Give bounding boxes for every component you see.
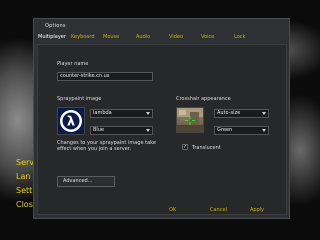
crosshair-color-select[interactable]: Green [214,126,269,135]
crosshair-preview [176,107,204,133]
player-name-input[interactable]: counter-strike.cn.us [57,72,153,81]
main-menu-item-servers[interactable]: Serv [16,156,34,170]
chevron-down-icon [146,129,150,132]
spraypaint-color-select[interactable]: Blue [90,126,153,135]
player-name-label: Player name [57,61,89,67]
spraypaint-color-value: Blue [93,127,105,133]
advanced-button[interactable]: Advanced... [57,176,115,187]
apply-button[interactable]: Apply [250,207,264,213]
cancel-button[interactable]: Cancel [210,207,227,213]
chevron-down-icon [262,129,266,132]
tab-multiplayer[interactable]: Multiplayer [38,34,66,40]
translucent-label: Translucent [192,145,221,151]
crosshair-color-value: Green [217,127,233,133]
tab-lock[interactable]: Lock [234,34,245,40]
spraypaint-preview: λ [57,107,85,135]
dialog-title: Options [45,23,66,29]
spraypaint-image-select[interactable]: lambda [90,109,153,118]
spraypaint-image-value: lambda [93,110,112,116]
lambda-logo-icon: λ [60,110,82,132]
tab-video[interactable]: Video [169,34,183,40]
tab-mouse[interactable]: Mouse [103,34,119,40]
translucent-checkbox[interactable]: ✓ [182,144,188,150]
ok-button[interactable]: OK [169,207,176,213]
main-menu-item-close[interactable]: Clos [16,198,34,212]
lambda-glyph: λ [67,115,75,130]
main-menu-item-settings[interactable]: Sett [16,184,34,198]
spraypaint-label: Spraypaint image [57,96,102,102]
crosshair-preview-image [177,108,203,132]
multiplayer-panel: Player name counter-strike.cn.us Spraypa… [37,44,287,215]
crosshair-size-select[interactable]: Auto-size [214,109,269,118]
chevron-down-icon [146,112,150,115]
tab-voice[interactable]: Voice [201,34,214,40]
spraypaint-note-line2: effect when you join a server. [57,146,131,152]
tab-bar: Multiplayer Keyboard Mouse Audio Video V… [34,34,289,44]
tab-audio[interactable]: Audio [136,34,150,40]
main-menu: Serv Lan Sett Clos [16,156,34,212]
crosshair-label: Crosshair appearance [176,96,231,102]
options-dialog: Options Multiplayer Keyboard Mouse Audio… [33,18,290,219]
crosshair-size-value: Auto-size [217,110,241,116]
tab-keyboard[interactable]: Keyboard [71,34,95,40]
chevron-down-icon [262,112,266,115]
main-menu-item-lan[interactable]: Lan [16,170,34,184]
